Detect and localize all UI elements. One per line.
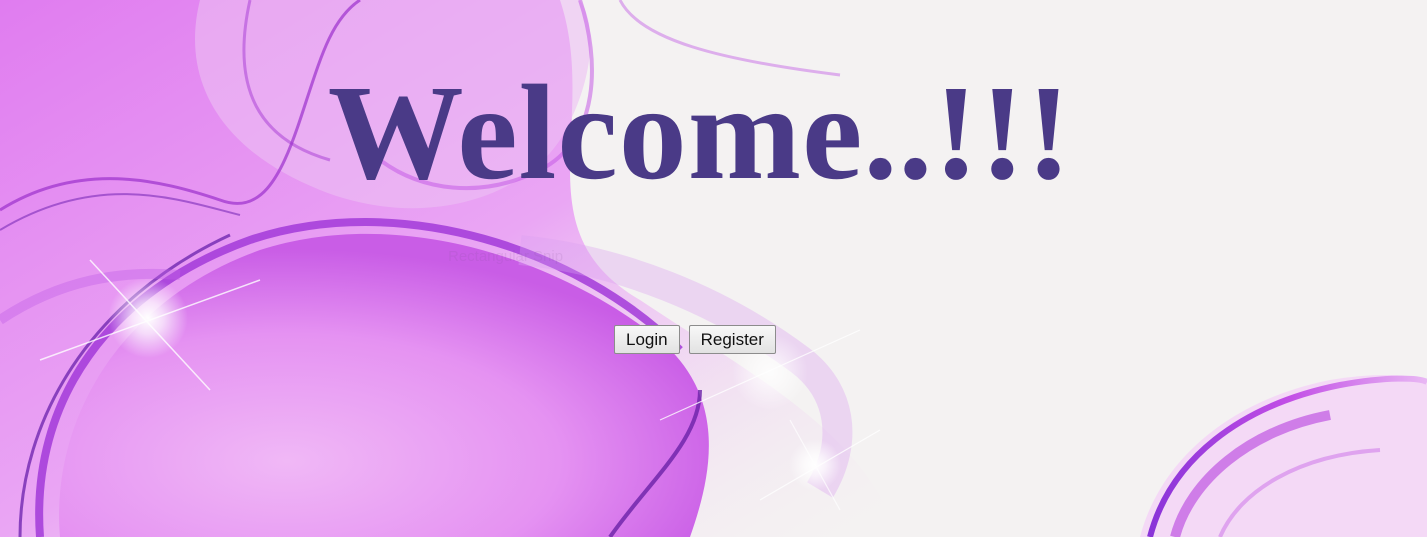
login-button[interactable]: Login — [614, 325, 680, 354]
auth-button-group: Login Register — [614, 325, 776, 354]
ghost-overlay-text: Rectangular Snip — [448, 248, 564, 265]
register-button[interactable]: Register — [688, 325, 776, 354]
welcome-heading: Welcome..!!! — [327, 58, 1073, 208]
